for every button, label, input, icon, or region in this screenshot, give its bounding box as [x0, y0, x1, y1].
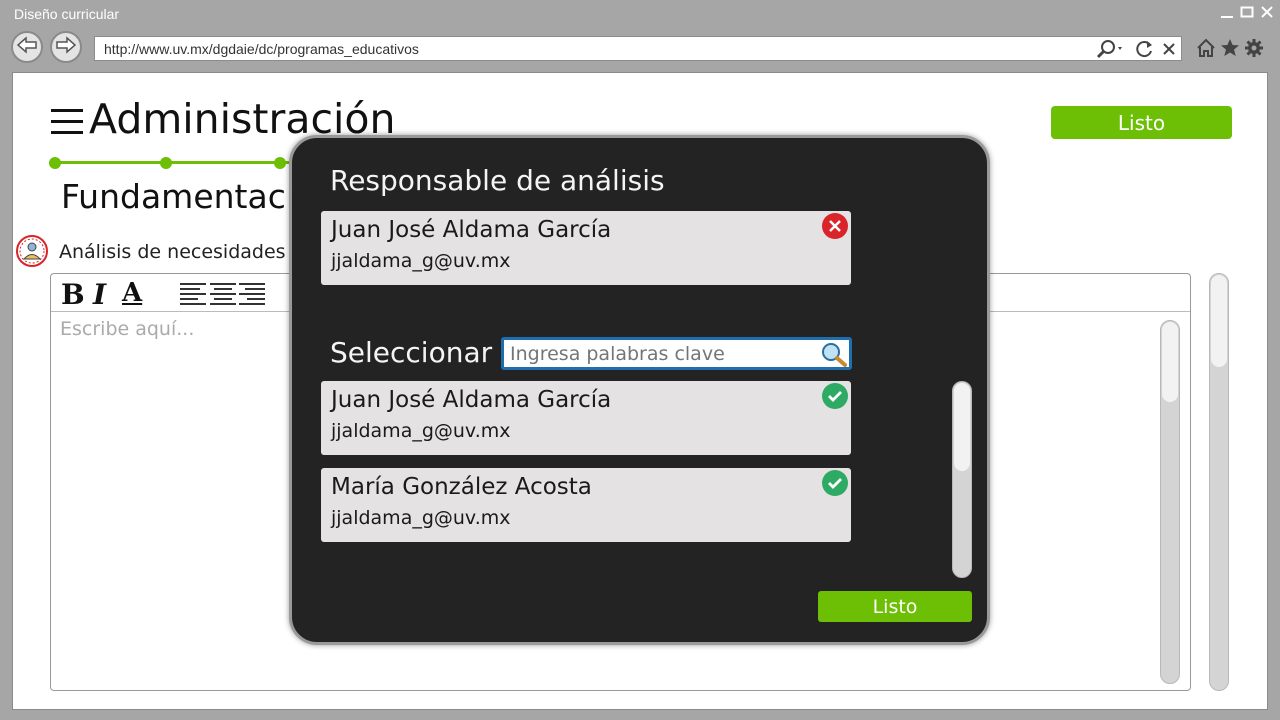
candidate-name: María González Acosta [331, 474, 592, 500]
candidate-email: jjaldama_g@uv.mx [331, 507, 511, 529]
back-button[interactable] [11, 31, 43, 63]
home-icon[interactable] [1196, 36, 1216, 60]
refresh-icon[interactable] [1135, 39, 1155, 59]
window-titlebar: Diseño curricular [0, 0, 1280, 30]
address-bar[interactable]: http://www.uv.mx/dgdaie/dc/programas_edu… [94, 36, 1182, 61]
remove-icon[interactable] [822, 213, 848, 239]
candidate-card[interactable]: María González Acosta jjaldama_g@uv.mx [321, 468, 851, 542]
scrollbar-thumb[interactable] [954, 383, 970, 471]
bold-button[interactable]: B [61, 278, 85, 311]
search-input[interactable] [510, 342, 810, 366]
progress-steps [55, 161, 305, 164]
candidate-list-scrollbar[interactable] [952, 381, 972, 578]
align-center-icon[interactable] [210, 283, 236, 308]
section-title: Fundamentaci [61, 177, 296, 216]
check-icon[interactable] [822, 470, 848, 496]
back-icon [16, 36, 38, 58]
star-icon[interactable] [1220, 36, 1240, 60]
dialog-title: Responsable de análisis [330, 164, 665, 197]
stop-icon[interactable] [1161, 39, 1177, 59]
close-icon[interactable] [1260, 5, 1274, 24]
gear-icon[interactable] [1244, 36, 1264, 60]
minimize-icon[interactable] [1220, 5, 1234, 24]
maximize-icon[interactable] [1240, 5, 1254, 24]
search-field[interactable] [501, 337, 852, 370]
search-icon[interactable] [1095, 39, 1127, 59]
check-icon[interactable] [822, 383, 848, 409]
person-name: Juan José Aldama García [331, 217, 612, 243]
window-title: Diseño curricular [14, 6, 120, 22]
assigned-person-card: Juan José Aldama García jjaldama_g@uv.mx [321, 211, 851, 285]
font-color-button[interactable]: A [122, 278, 142, 308]
candidate-name: Juan José Aldama García [331, 387, 612, 413]
page-scrollbar[interactable] [1209, 273, 1229, 691]
scrollbar-thumb[interactable] [1211, 275, 1227, 367]
scrollbar-thumb[interactable] [1162, 322, 1178, 402]
address-text[interactable]: http://www.uv.mx/dgdaie/dc/programas_edu… [104, 41, 419, 57]
align-right-icon[interactable] [239, 283, 265, 308]
step-dot[interactable] [160, 157, 172, 169]
italic-button[interactable]: I [93, 278, 106, 311]
magnifier-icon[interactable] [820, 341, 848, 371]
step-dot[interactable] [49, 157, 61, 169]
forward-button[interactable] [50, 31, 82, 63]
editor-placeholder[interactable]: Escribe aquí... [60, 318, 194, 340]
forward-icon [55, 36, 77, 58]
analyst-avatar-icon [16, 235, 48, 267]
select-label: Seleccionar [330, 336, 493, 369]
person-email: jjaldama_g@uv.mx [331, 250, 511, 272]
dialog-done-button[interactable]: Listo [818, 591, 972, 622]
menu-icon[interactable] [51, 109, 83, 134]
align-left-icon[interactable] [180, 283, 206, 308]
step-dot[interactable] [274, 157, 286, 169]
candidate-email: jjaldama_g@uv.mx [331, 420, 511, 442]
editor-label: Análisis de necesidades [59, 241, 286, 263]
editor-scrollbar[interactable] [1160, 320, 1180, 684]
responsible-dialog: Responsable de análisis Juan José Aldama… [289, 135, 990, 645]
done-button[interactable]: Listo [1051, 106, 1232, 139]
candidate-card[interactable]: Juan José Aldama García jjaldama_g@uv.mx [321, 381, 851, 455]
